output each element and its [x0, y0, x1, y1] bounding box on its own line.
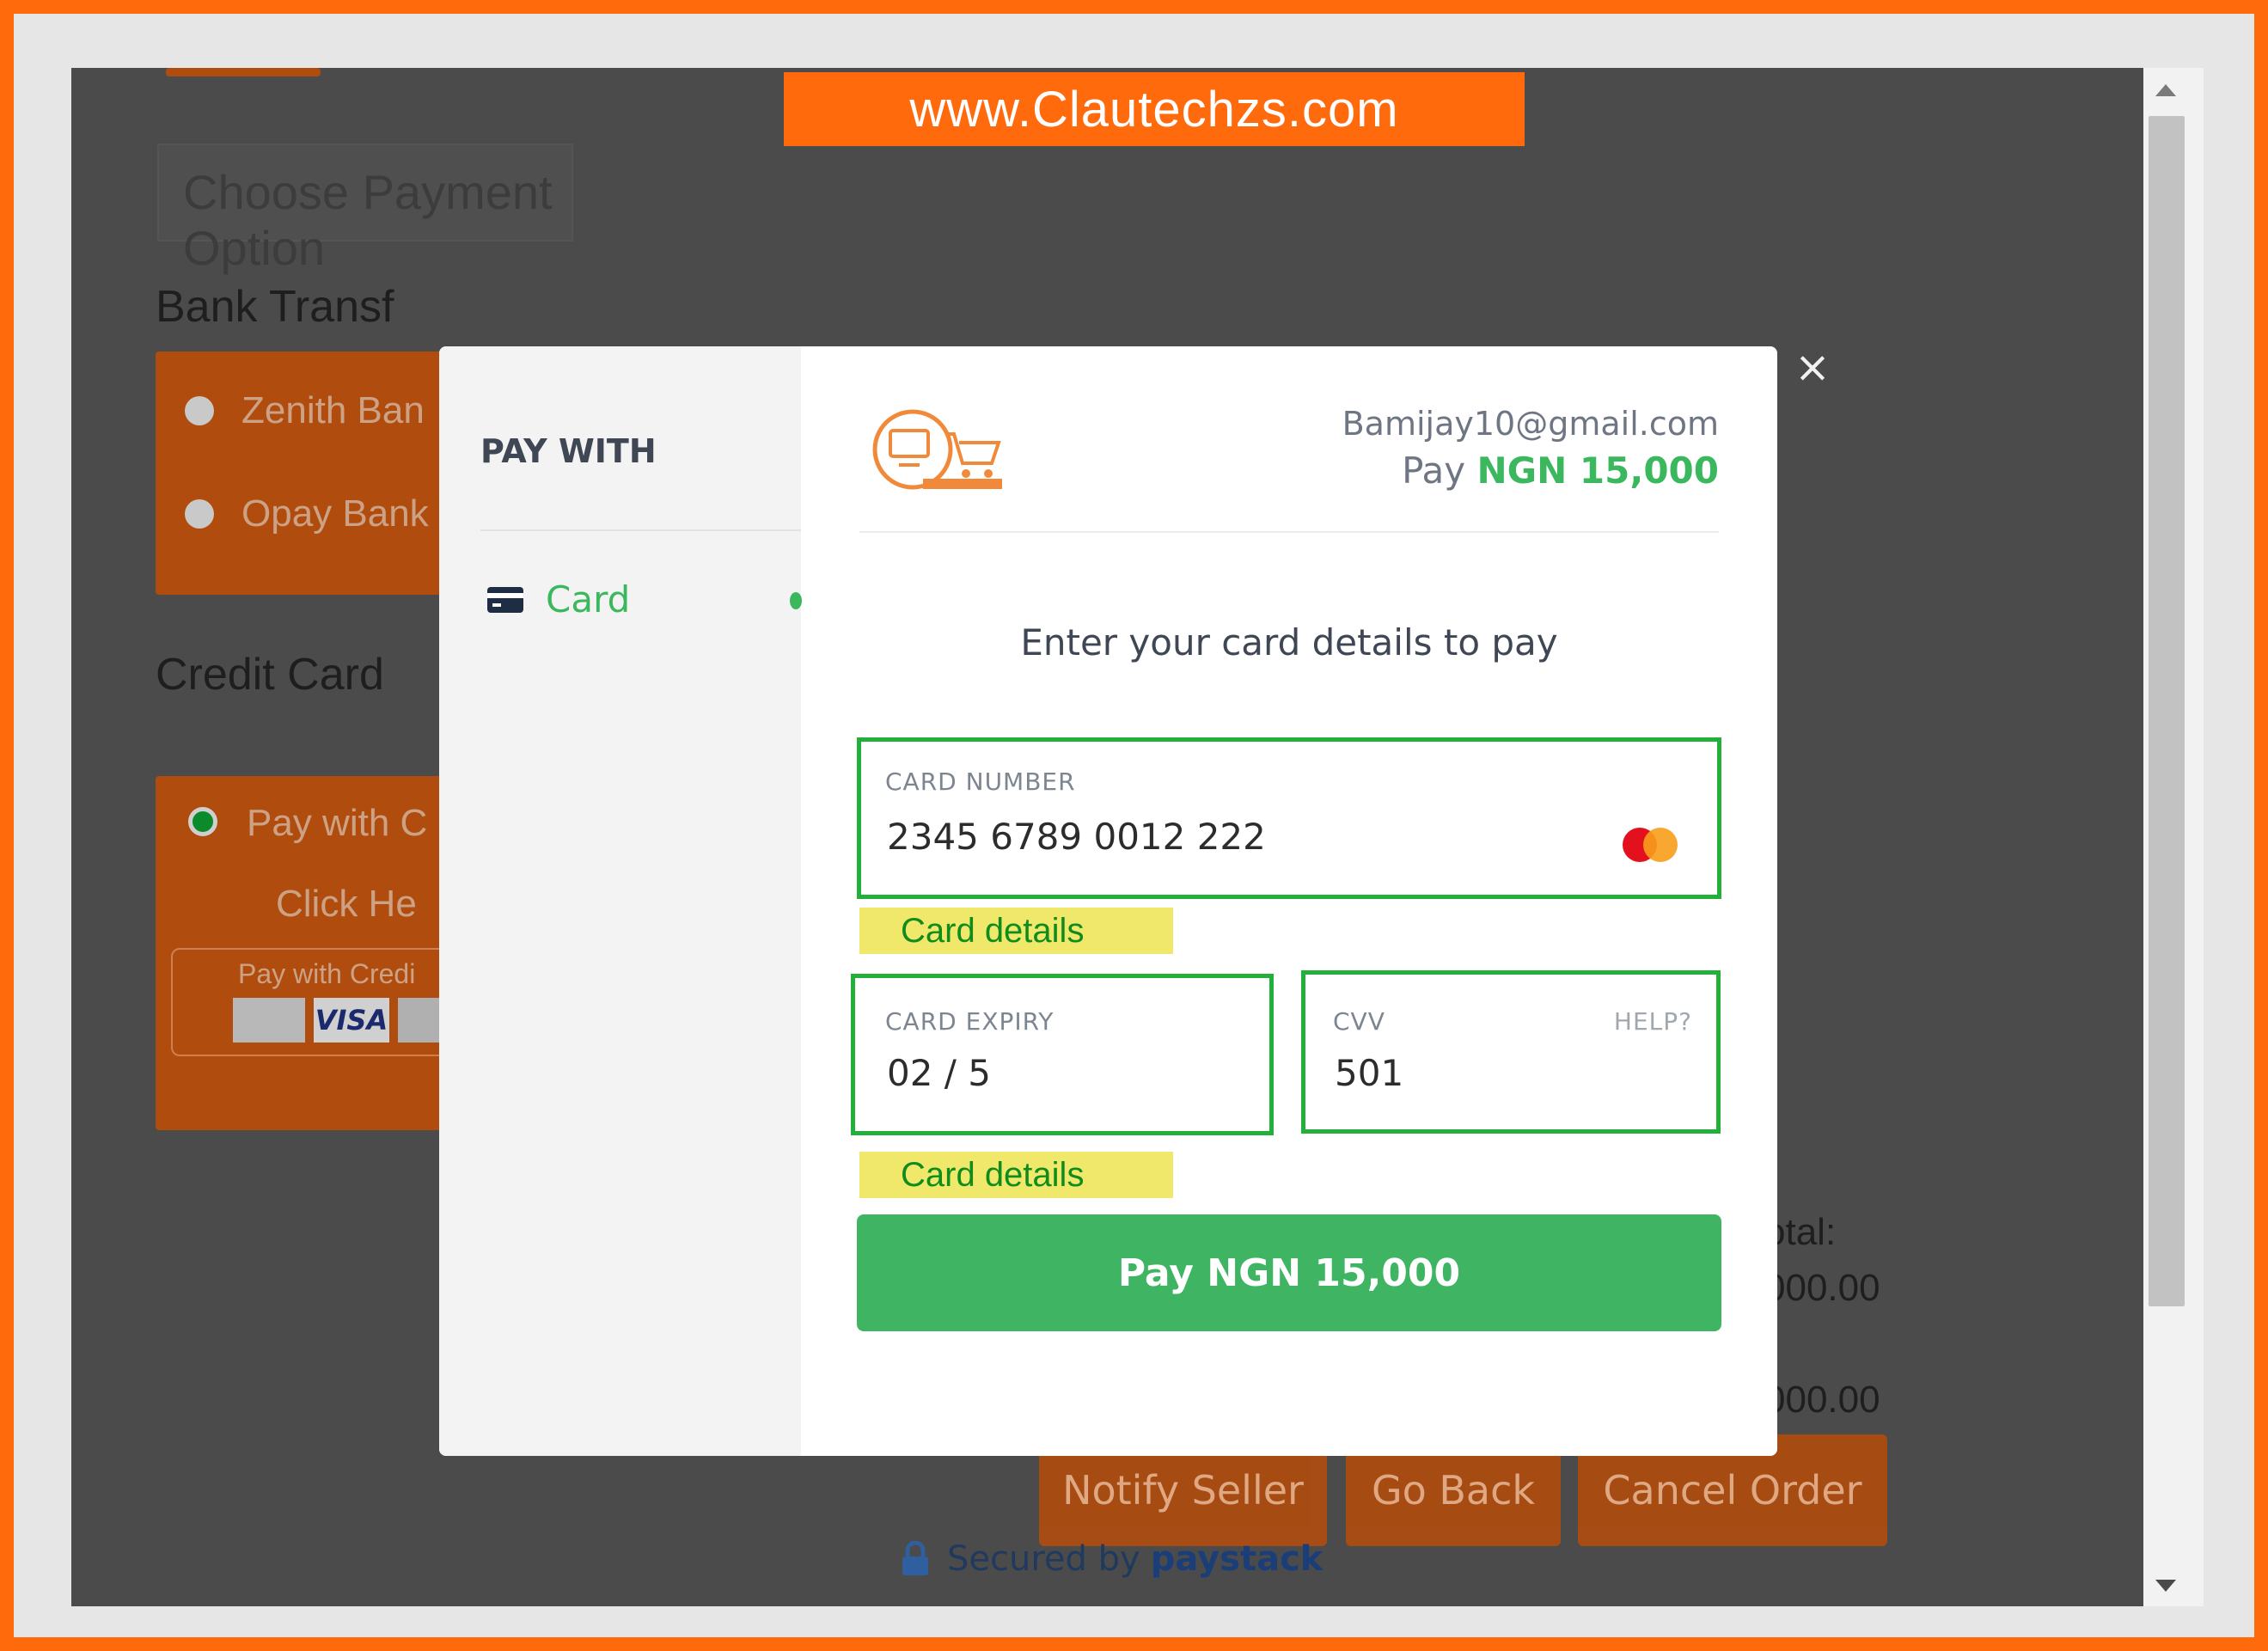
- bank-transfer-heading: Bank Transf: [156, 282, 394, 332]
- customer-email: Bamijay10@gmail.com: [1342, 405, 1719, 443]
- credit-option-panel: Pay with C Click He Pay with Credi VISA: [156, 776, 451, 1130]
- bank-option-opay[interactable]: Opay Bank: [241, 492, 429, 535]
- section-title: Choose Payment Option: [183, 165, 553, 275]
- payment-form: Bamijay10@gmail.com Pay NGN 15,000 Enter…: [801, 346, 1777, 1456]
- sidebar-item-label: Card: [546, 578, 631, 621]
- pay-with-title: PAY WITH: [480, 432, 657, 470]
- cvv-input[interactable]: 501: [1335, 1052, 1403, 1094]
- card-number-label: CARD NUMBER: [885, 767, 1076, 796]
- mastercard-icon: [1623, 828, 1678, 862]
- card-strip-label: Pay with Credi: [238, 958, 416, 989]
- radio-zenith[interactable]: [185, 396, 214, 425]
- pay-prefix: Pay: [1402, 449, 1466, 492]
- card-expiry-label: CARD EXPIRY: [885, 1007, 1055, 1036]
- secured-by-paystack: Secured by paystack: [901, 1539, 1323, 1579]
- pay-amount-line: Pay NGN 15,000: [1402, 449, 1719, 492]
- card-expiry-input[interactable]: 02 / 5: [887, 1052, 991, 1094]
- sidebar-item-card[interactable]: Card: [487, 578, 630, 621]
- close-icon[interactable]: ×: [1792, 345, 1833, 388]
- radio-opay[interactable]: [185, 499, 214, 529]
- credit-option-label[interactable]: Pay with C: [247, 802, 427, 845]
- scroll-up-arrow-icon[interactable]: [2155, 84, 2176, 96]
- cvv-field[interactable]: CVV HELP? 501: [1301, 970, 1721, 1134]
- payment-modal: PAY WITH Card Bamijay10@gmail.com Pay NG…: [439, 346, 1777, 1456]
- merchant-logo-icon: [872, 409, 1002, 490]
- card-details-annotation-2: Card details: [859, 1152, 1173, 1198]
- section-title-box: Choose Payment Option: [157, 144, 573, 275]
- card-number-field[interactable]: CARD NUMBER 2345 6789 0012 222: [857, 737, 1721, 899]
- scrollbar-thumb[interactable]: [2149, 116, 2185, 1306]
- top-button-remnant: [166, 68, 321, 76]
- paystack-logo: paystack: [1150, 1539, 1324, 1579]
- subtotal-value: 000.00: [1764, 1379, 1880, 1421]
- credit-card-icon: [487, 586, 523, 613]
- card-number-input[interactable]: 2345 6789 0012 222: [887, 816, 1266, 858]
- credit-card-heading: Credit Card: [156, 650, 384, 700]
- total-value: 000.00: [1764, 1267, 1880, 1309]
- pay-amount: NGN 15,000: [1476, 449, 1719, 492]
- instruction-text: Enter your card details to pay: [1020, 621, 1558, 663]
- website-banner: www.Clautechzs.com: [784, 72, 1525, 146]
- pay-button[interactable]: Pay NGN 15,000: [857, 1214, 1721, 1331]
- payment-sidebar: PAY WITH Card: [439, 346, 802, 1456]
- card-expiry-field[interactable]: CARD EXPIRY 02 / 5: [851, 974, 1274, 1135]
- cvv-label: CVV: [1333, 1007, 1385, 1036]
- secured-by-label: Secured by: [947, 1539, 1140, 1579]
- card-brands-strip[interactable]: Pay with Credi VISA: [171, 948, 451, 1056]
- bank-option-zenith[interactable]: Zenith Ban: [241, 389, 425, 432]
- header-divider: [859, 531, 1719, 533]
- bank-options-panel: Zenith Ban Opay Bank: [156, 352, 448, 595]
- sidebar-divider: [480, 529, 801, 531]
- click-here-link[interactable]: Click He: [276, 883, 417, 926]
- lock-icon: [902, 1541, 928, 1575]
- active-indicator: [790, 592, 802, 609]
- radio-credit[interactable]: [188, 807, 217, 836]
- scroll-down-arrow-icon[interactable]: [2155, 1580, 2176, 1592]
- cvv-help-link[interactable]: HELP?: [1614, 1007, 1692, 1036]
- visa-logo: VISA: [314, 998, 389, 1043]
- mastercard-logo-icon: [233, 998, 305, 1043]
- card-details-annotation: Card details: [859, 908, 1173, 954]
